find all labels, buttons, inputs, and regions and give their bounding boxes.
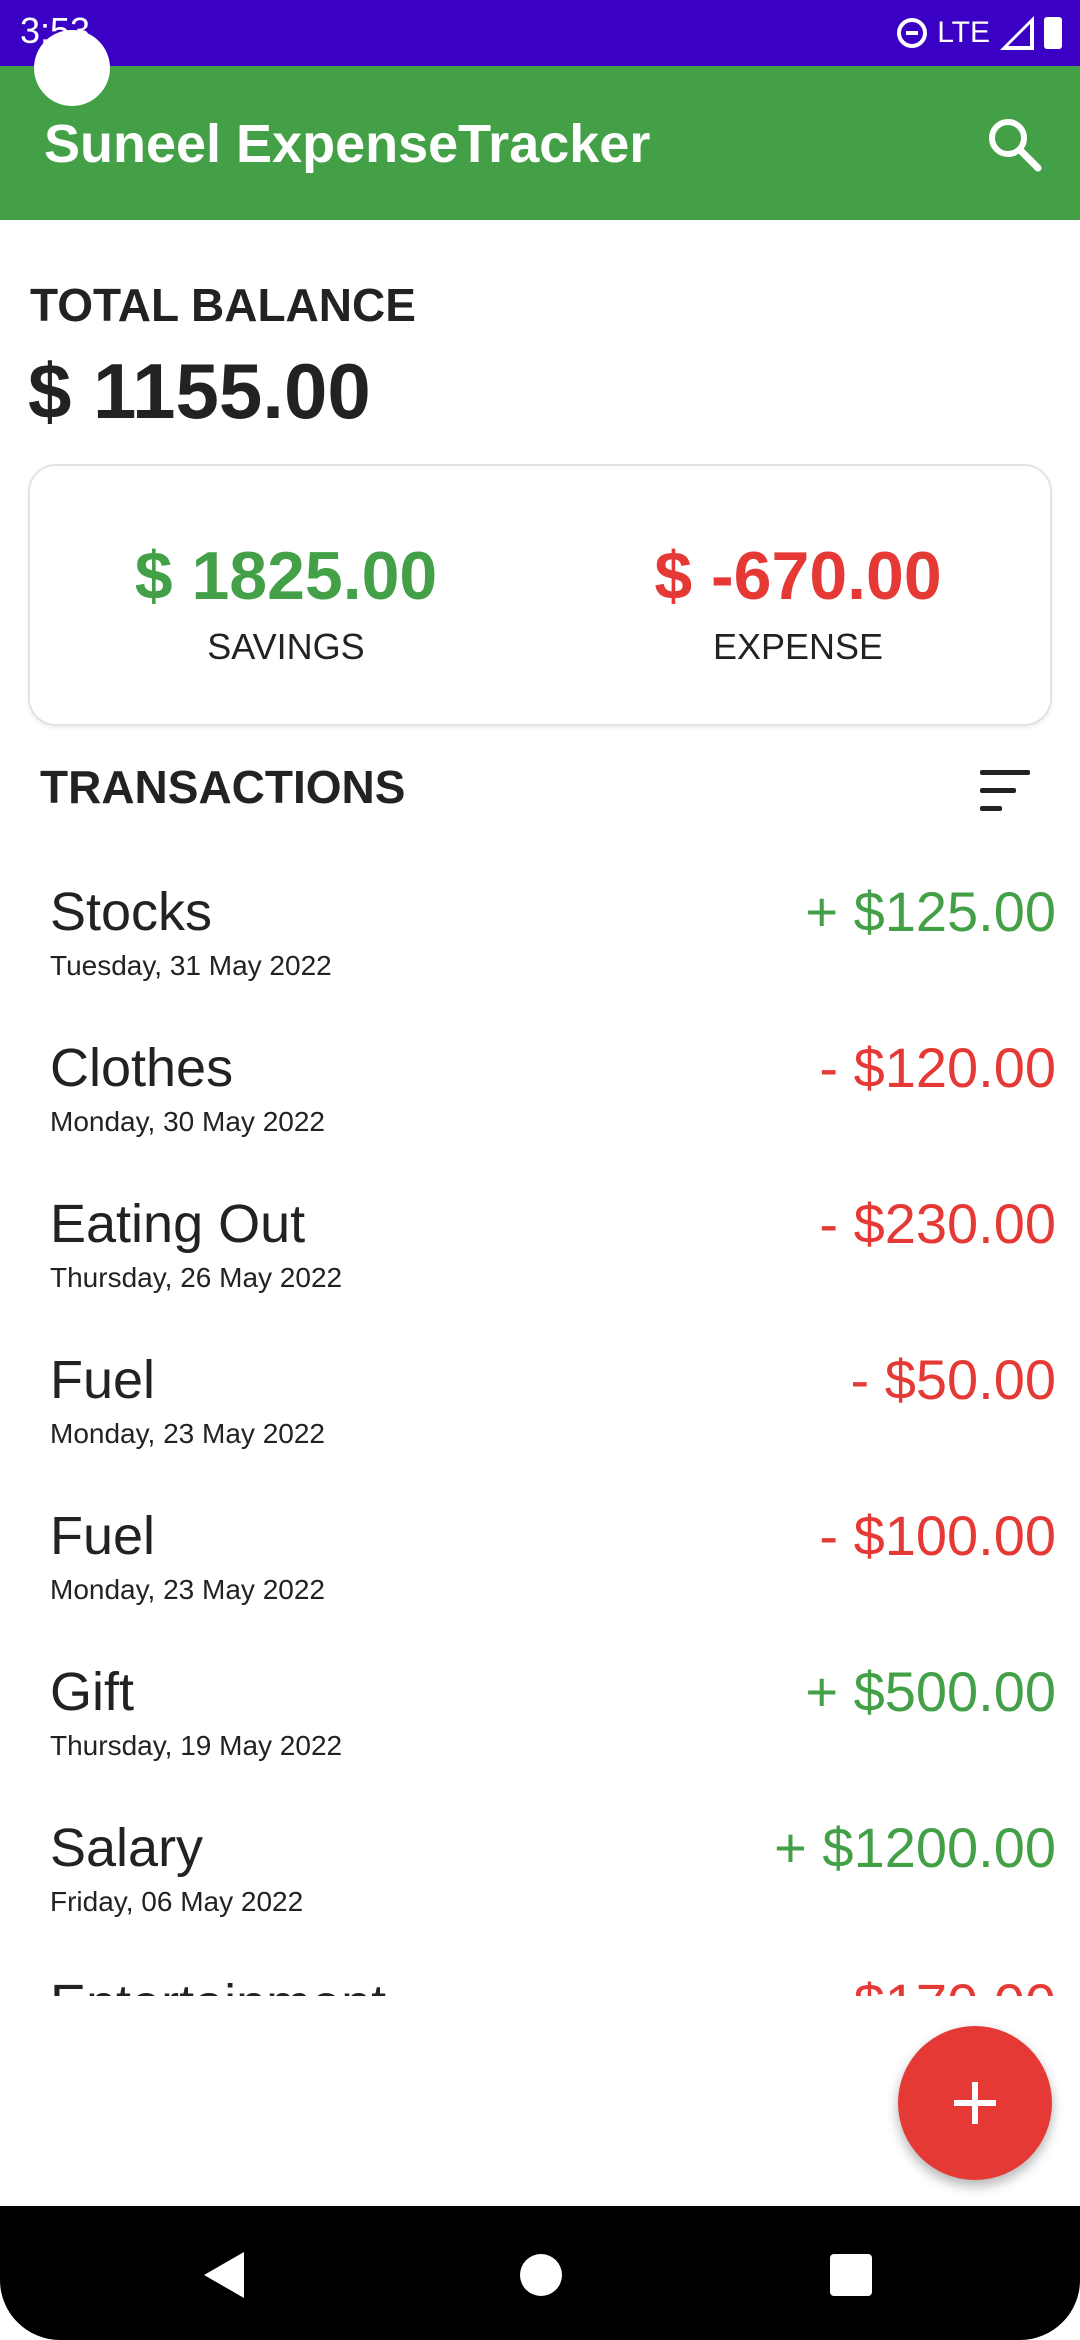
app-title: Suneel ExpenseTracker xyxy=(44,114,651,174)
transaction-amount: - $100.00 xyxy=(819,1504,1056,1567)
transaction-date: Monday, 23 May 2022 xyxy=(50,1418,325,1449)
transaction-amount: - $230.00 xyxy=(819,1192,1056,1255)
savings-amount: $ 1825.00 xyxy=(134,538,438,614)
search-button[interactable] xyxy=(980,110,1050,180)
savings-label: SAVINGS xyxy=(207,626,365,667)
transaction-amount: - $120.00 xyxy=(819,1036,1056,1099)
transaction-list[interactable]: Stocks Tuesday, 31 May 2022 + $125.00 Cl… xyxy=(0,870,1080,1996)
transaction-name: Clothes xyxy=(50,1038,234,1098)
savings-summary: $ 1825.00 SAVINGS xyxy=(30,466,542,728)
app-bar: Suneel ExpenseTracker xyxy=(0,66,1080,220)
back-icon[interactable] xyxy=(204,2252,244,2298)
transaction-row[interactable]: Eating Out Thursday, 26 May 2022 - $230.… xyxy=(0,1182,1080,1338)
transaction-row[interactable]: Fuel Monday, 23 May 2022 - $100.00 xyxy=(0,1494,1080,1650)
transaction-row[interactable]: Clothes Monday, 30 May 2022 - $120.00 xyxy=(0,1026,1080,1182)
sort-button[interactable] xyxy=(976,768,1036,814)
system-nav-bar xyxy=(0,2206,1080,2340)
transaction-amount: + $125.00 xyxy=(805,880,1056,943)
network-type: LTE xyxy=(937,16,990,49)
transaction-row[interactable]: Fuel Monday, 23 May 2022 - $50.00 xyxy=(0,1338,1080,1494)
battery-icon xyxy=(1044,17,1062,49)
transaction-row[interactable]: Gift Thursday, 19 May 2022 + $500.00 xyxy=(0,1650,1080,1806)
transaction-date: Thursday, 26 May 2022 xyxy=(50,1262,343,1293)
transaction-amount: - $50.00 xyxy=(850,1348,1057,1411)
transaction-date: Tuesday, 31 May 2022 xyxy=(50,950,332,981)
transaction-name: Eating Out xyxy=(50,1194,306,1254)
expense-amount: $ -670.00 xyxy=(654,538,942,614)
transaction-date: Thursday, 19 May 2022 xyxy=(50,1730,343,1761)
transaction-name: Gift xyxy=(50,1662,135,1722)
transaction-name: Salary xyxy=(50,1818,204,1878)
status-icons: LTE xyxy=(897,8,1062,58)
total-balance-value: $ 1155.00 xyxy=(28,347,371,435)
transaction-row[interactable]: Entertainment - $170.00 xyxy=(0,1962,1080,1996)
total-balance-label: TOTAL BALANCE xyxy=(30,279,416,331)
transaction-name: Fuel xyxy=(50,1506,156,1566)
transaction-row[interactable]: Salary Friday, 06 May 2022 + $1200.00 xyxy=(0,1806,1080,1962)
transaction-date: Monday, 23 May 2022 xyxy=(50,1574,325,1605)
transaction-name: Stocks xyxy=(50,882,213,942)
transactions-header: TRANSACTIONS xyxy=(40,761,406,813)
transaction-row[interactable]: Stocks Tuesday, 31 May 2022 + $125.00 xyxy=(0,870,1080,1026)
transaction-date: Friday, 06 May 2022 xyxy=(50,1886,304,1917)
expense-label: EXPENSE xyxy=(712,626,884,667)
status-bar: 3:53 LTE xyxy=(0,0,1080,66)
signal-icon xyxy=(1000,16,1034,50)
camera-cutout xyxy=(34,30,110,106)
transaction-date: Monday, 30 May 2022 xyxy=(50,1106,325,1137)
transaction-amount: + $500.00 xyxy=(805,1660,1056,1723)
do-not-disturb-icon xyxy=(897,18,928,48)
summary-card: $ 1825.00 SAVINGS $ -670.00 EXPENSE xyxy=(28,464,1052,726)
transaction-name: Entertainment xyxy=(50,1972,386,1996)
recents-icon[interactable] xyxy=(830,2254,872,2296)
transaction-amount: - $170.00 xyxy=(819,1972,1056,1996)
search-icon xyxy=(989,119,1042,172)
home-icon[interactable] xyxy=(520,2254,562,2296)
transaction-name: Fuel xyxy=(50,1350,156,1410)
expense-summary: $ -670.00 EXPENSE xyxy=(542,466,1054,728)
add-transaction-button[interactable] xyxy=(898,2026,1052,2180)
transaction-amount: + $1200.00 xyxy=(774,1816,1056,1879)
